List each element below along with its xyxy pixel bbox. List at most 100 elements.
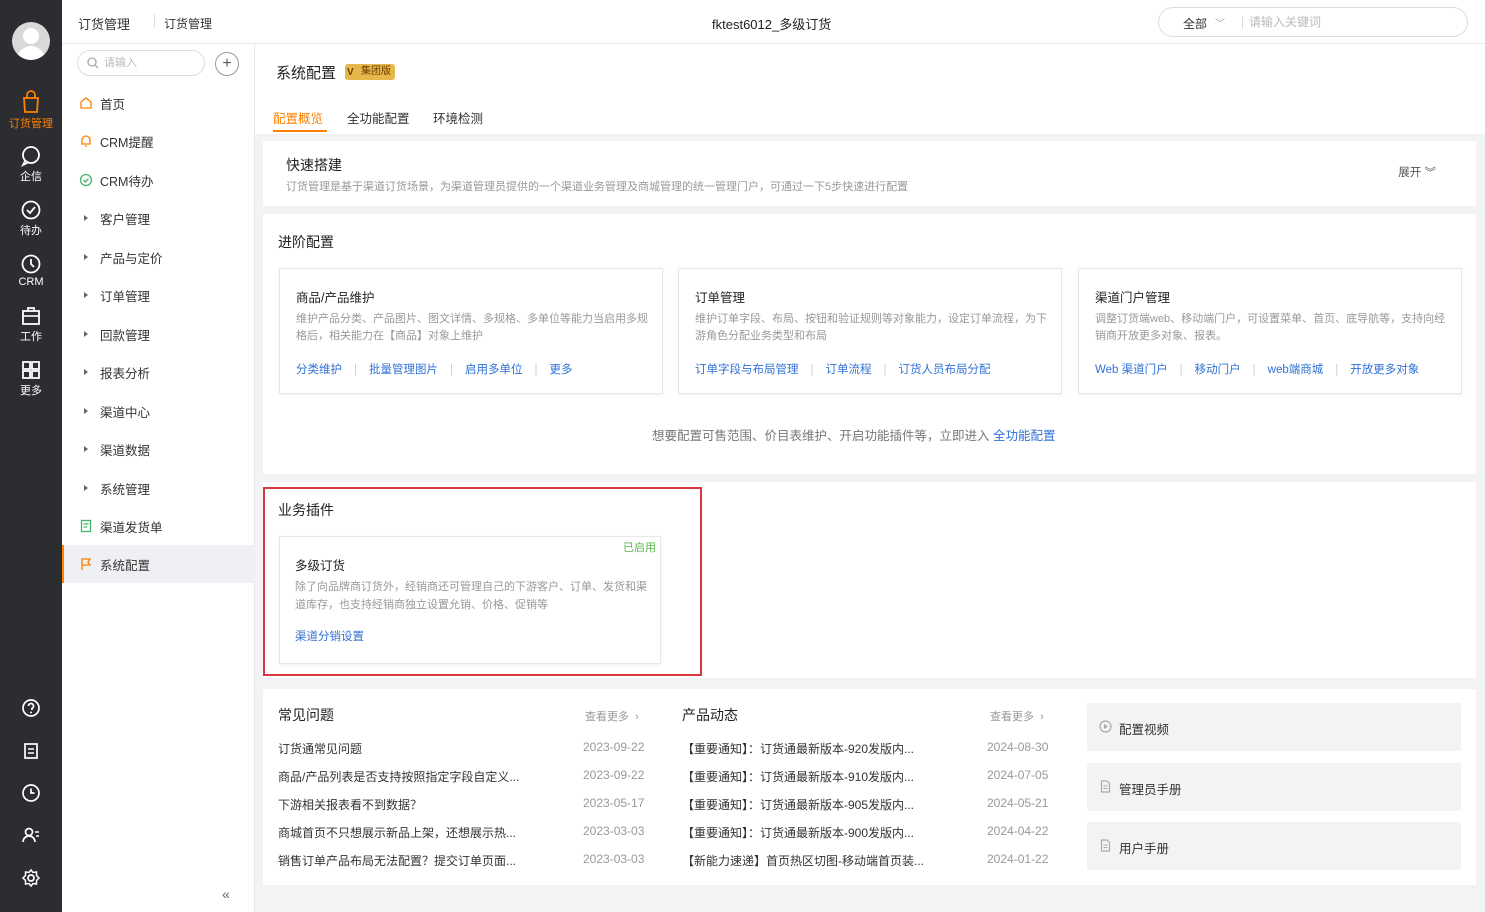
nav-item-products-pricing[interactable]: 产品与定价 xyxy=(62,238,255,276)
link-web-mall[interactable]: web端商城 xyxy=(1268,364,1324,376)
faq-row[interactable]: 下游相关报表看不到数据？ xyxy=(278,796,422,813)
news-row[interactable]: 【重要通知】：订货通最新版本-910发版内... xyxy=(682,768,914,785)
delivery-note-icon xyxy=(78,518,94,534)
hint-text: 想要配置可售范围、价目表维护、开启功能插件等，立即进入 xyxy=(652,429,990,443)
faq-row[interactable]: 销售订单产品布局无法配置？提交订单页面... xyxy=(278,852,516,869)
rail-item-label: 工作 xyxy=(20,331,42,343)
resource-label: 配置视频 xyxy=(1119,723,1170,737)
full-config-link[interactable]: 全功能配置 xyxy=(993,429,1056,443)
nav-item-system-config[interactable]: 系统配置 xyxy=(62,545,255,583)
tenant-title: fktest6012_多级订货 xyxy=(712,17,832,32)
tab-env-check[interactable]: 环境检测 xyxy=(433,108,483,127)
card-links: 分类维护 | 批量管理图片 | 启用多单位 | 更多 xyxy=(296,364,573,376)
edition-badge-label: 集团版 xyxy=(361,66,391,77)
link-category-maintenance[interactable]: 分类维护 xyxy=(296,364,342,376)
nav-item-channel-delivery[interactable]: 渠道发货单 xyxy=(62,507,255,545)
nav-item-label: 报表分析 xyxy=(100,366,151,381)
grid-icon xyxy=(22,361,40,379)
search-scope-select[interactable]: 全部 xyxy=(1183,15,1207,32)
expand-button[interactable]: 展开 ︾ xyxy=(1398,164,1436,180)
nav-item-label: 客户管理 xyxy=(100,212,151,227)
rail-item-crm[interactable]: CRM xyxy=(0,253,62,288)
nav-search-input[interactable] xyxy=(104,56,198,70)
avatar[interactable] xyxy=(12,22,50,60)
admin-manual-button[interactable]: 管理员手册 xyxy=(1087,763,1461,811)
rail-item-more[interactable]: 更多 xyxy=(0,359,62,398)
document-icon xyxy=(1100,780,1111,793)
global-search-input[interactable] xyxy=(1249,14,1449,30)
top-bar: 订货管理 订货管理 fktest6012_多级订货 全部 ﹀ xyxy=(62,0,1485,44)
plugin-desc: 除了向品牌商订货外，经销商还可管理自己的下游客户、订单、发货和渠道库存，也支持经… xyxy=(295,581,647,611)
card-title: 订单管理 xyxy=(695,291,746,305)
nav-item-payment-management[interactable]: 回款管理 xyxy=(62,315,255,353)
faq-row[interactable]: 商品/产品列表是否支持按照指定字段自定义... xyxy=(278,768,519,785)
link-web-portal[interactable]: Web 渠道门户 xyxy=(1095,364,1168,376)
link-layout-assignment[interactable]: 订货人员布局分配 xyxy=(899,364,991,376)
news-row[interactable]: 【新能力速递】首页热区切图-移动端首页装... xyxy=(682,852,924,869)
link-more[interactable]: 更多 xyxy=(550,364,573,376)
nav-item-reports[interactable]: 报表分析 xyxy=(62,353,255,391)
tab-full-config[interactable]: 全功能配置 xyxy=(347,108,410,127)
link-batch-images[interactable]: 批量管理图片 xyxy=(369,364,438,376)
notebook-icon xyxy=(24,743,38,759)
user-manual-button[interactable]: 用户手册 xyxy=(1087,822,1461,870)
contacts-button[interactable] xyxy=(0,825,62,845)
news-row[interactable]: 【重要通知】：订货通最新版本-920发版内... xyxy=(682,740,914,757)
breadcrumb-current[interactable]: 订货管理 xyxy=(164,15,212,32)
nav-item-channel-data[interactable]: 渠道数据 xyxy=(62,430,255,468)
rail-item-order-management[interactable]: 订货管理 xyxy=(0,90,62,131)
faq-title: 常见问题 xyxy=(278,707,334,723)
settings-button[interactable] xyxy=(0,868,62,888)
add-button[interactable]: + xyxy=(215,52,239,76)
nav-item-label: 渠道发货单 xyxy=(100,520,163,535)
caret-right-icon xyxy=(78,210,94,226)
tab-config-overview[interactable]: 配置概览 xyxy=(273,108,323,127)
nav-item-label: 渠道中心 xyxy=(100,405,151,420)
nav-item-home[interactable]: 首页 xyxy=(62,84,255,122)
nav-item-channel-center[interactable]: 渠道中心 xyxy=(62,392,255,430)
gear-icon xyxy=(21,868,41,888)
global-search: 全部 ﹀ xyxy=(1158,7,1468,37)
link-mobile-portal[interactable]: 移动门户 xyxy=(1195,364,1241,376)
config-video-button[interactable]: 配置视频 xyxy=(1087,703,1461,751)
nav-item-crm-todo[interactable]: CRM待办 xyxy=(62,161,255,199)
link-order-fields-layout[interactable]: 订单字段与布局管理 xyxy=(695,364,799,376)
faq-date: 2023-09-22 xyxy=(583,740,645,754)
news-row[interactable]: 【重要通知】：订货通最新版本-900发版内... xyxy=(682,824,914,841)
link-enable-multi-unit[interactable]: 启用多单位 xyxy=(465,364,523,376)
nav-item-customer-management[interactable]: 客户管理 xyxy=(62,199,255,237)
news-more-link[interactable]: 查看更多 › xyxy=(990,708,1044,724)
history-button[interactable] xyxy=(0,783,62,803)
rail-item-todo[interactable]: 待办 xyxy=(0,199,62,238)
news-date: 2024-01-22 xyxy=(987,852,1049,866)
document-icon xyxy=(1100,839,1111,852)
link-open-more-objects[interactable]: 开放更多对象 xyxy=(1350,364,1419,376)
news-row[interactable]: 【重要通知】：订货通最新版本-905发版内... xyxy=(682,796,914,813)
chevron-down-icon[interactable]: ﹀ xyxy=(1215,15,1225,30)
main-content: 系统配置 V 集团版 配置概览 全功能配置 环境检测 快速搭建 订货管理是基于渠道… xyxy=(255,44,1485,912)
link-order-flow[interactable]: 订单流程 xyxy=(826,364,872,376)
faq-row[interactable]: 订货通常见问题 xyxy=(278,740,362,757)
help-icon xyxy=(22,699,40,717)
chevron-right-icon: › xyxy=(1040,711,1044,723)
rail-item-qixin[interactable]: 企信 xyxy=(0,145,62,184)
collapse-nav-icon[interactable]: « xyxy=(222,886,230,902)
quick-setup-card: 快速搭建 订货管理是基于渠道订货场景，为渠道管理员提供的一个渠道业务管理及商城管… xyxy=(263,141,1476,206)
card-links: 订单字段与布局管理 | 订单流程 | 订货人员布局分配 xyxy=(695,364,991,376)
nav-item-order-management[interactable]: 订单管理 xyxy=(62,276,255,314)
faq-row[interactable]: 商城首页不只想展示新品上架，还想展示热... xyxy=(278,824,516,841)
breadcrumb-app[interactable]: 订货管理 xyxy=(78,14,130,33)
business-plugins-card: 业务插件 已启用 多级订货 除了向品牌商订货外，经销商还可管理自己的下游客户、订… xyxy=(263,482,1476,678)
help-button[interactable] xyxy=(0,698,62,718)
notes-button[interactable] xyxy=(0,741,62,761)
page-title: 系统配置 xyxy=(276,65,337,82)
nav-item-system-management[interactable]: 系统管理 xyxy=(62,469,255,507)
caret-right-icon xyxy=(78,249,94,265)
active-tab-indicator xyxy=(273,130,327,132)
rail-item-work[interactable]: 工作 xyxy=(0,305,62,344)
caret-right-icon xyxy=(78,480,94,496)
expand-label: 展开 xyxy=(1398,167,1422,179)
nav-item-crm-reminder[interactable]: CRM提醒 xyxy=(62,122,255,160)
faq-more-link[interactable]: 查看更多 › xyxy=(585,708,639,724)
channel-distribution-settings-link[interactable]: 渠道分销设置 xyxy=(295,628,364,644)
